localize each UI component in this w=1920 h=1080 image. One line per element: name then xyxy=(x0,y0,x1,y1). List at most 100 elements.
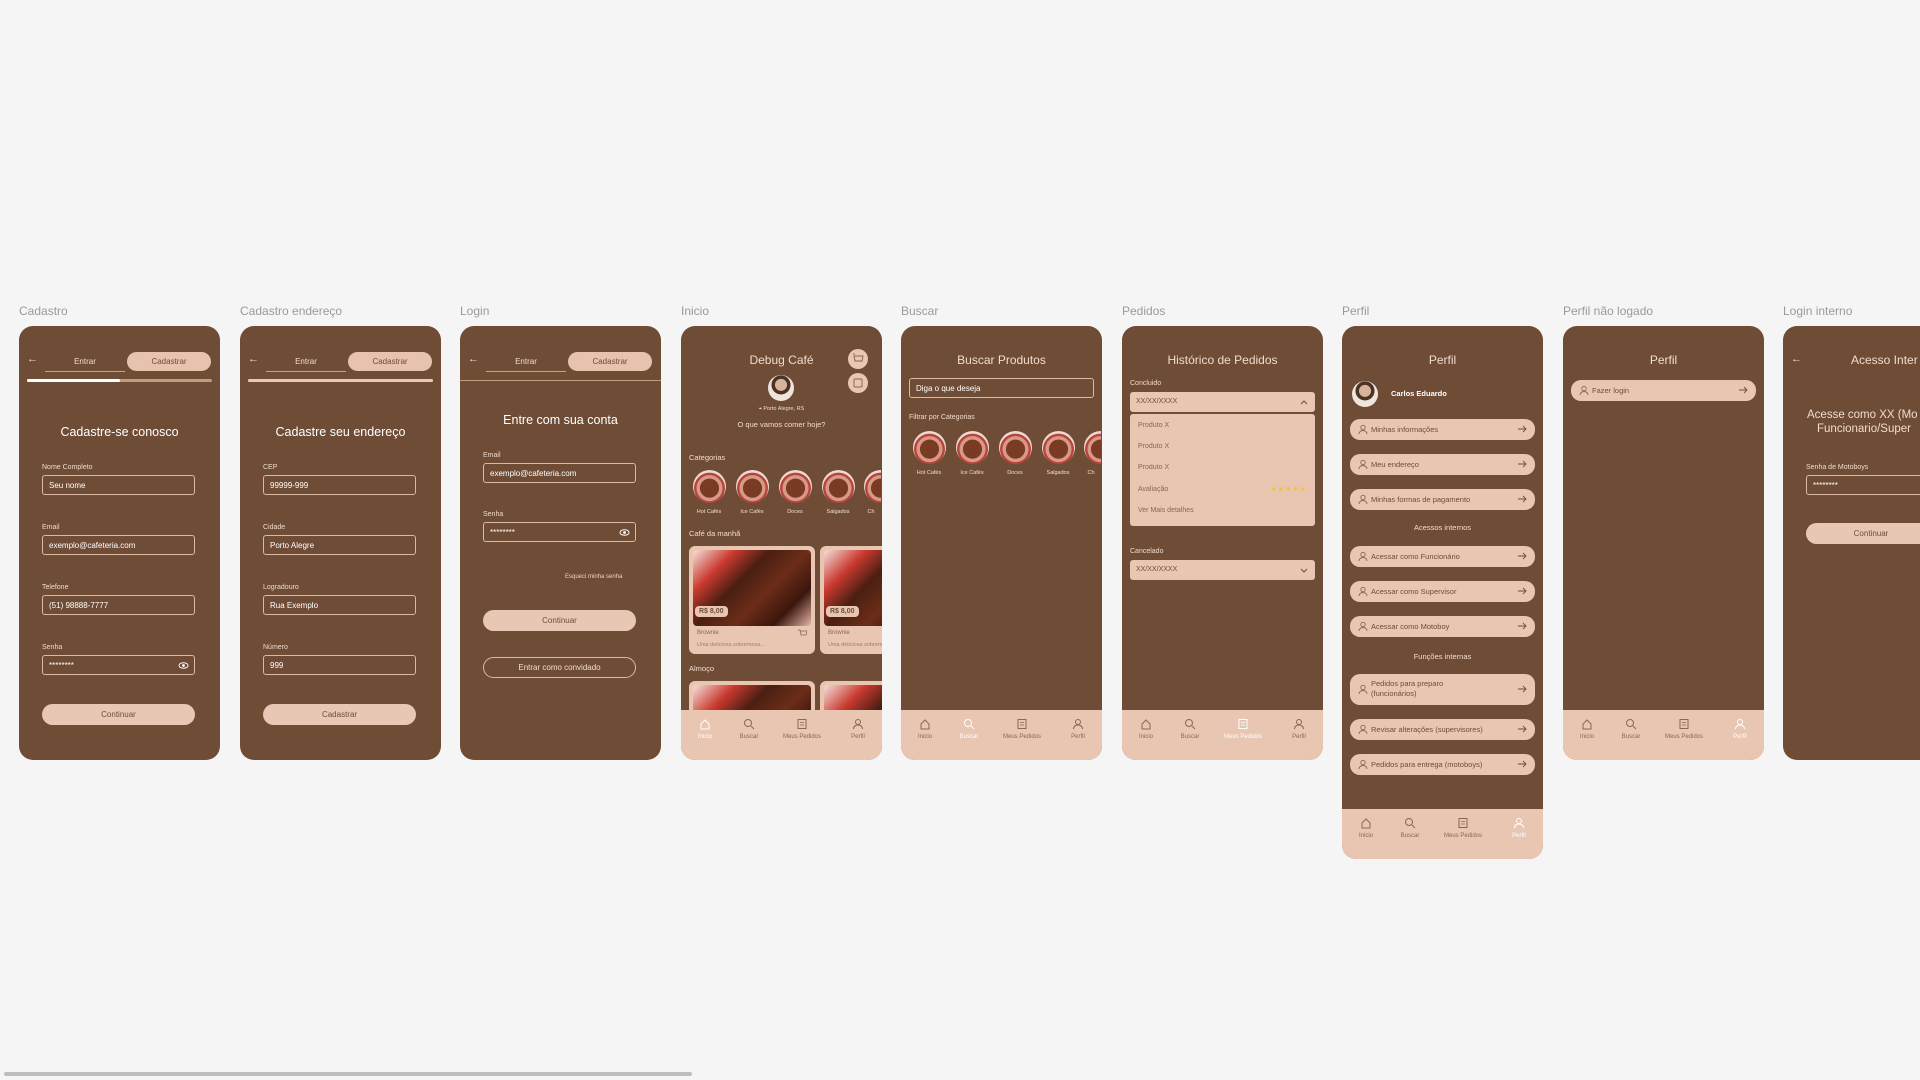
search-icon xyxy=(1405,818,1416,829)
tab-cadastrar[interactable]: Cadastrar xyxy=(127,352,211,371)
avatar[interactable] xyxy=(768,375,794,401)
rating-stars[interactable]: ★★★★★ xyxy=(1271,485,1307,493)
back-arrow-icon[interactable]: ← xyxy=(1791,353,1802,365)
tab-entrar[interactable]: Entrar xyxy=(486,352,566,372)
acessar-funcionario-button[interactable]: Acessar como Funcionário xyxy=(1350,546,1535,567)
guest-button[interactable]: Entrar como convidado xyxy=(483,657,636,678)
avatar[interactable] xyxy=(1352,381,1378,407)
nav-perfil[interactable]: Perfil xyxy=(838,718,878,740)
nav-meus-pedidos[interactable]: Meus Pedidos xyxy=(1661,718,1707,740)
search-input[interactable]: Diga o que deseja xyxy=(909,378,1094,398)
tab-entrar[interactable]: Entrar xyxy=(266,352,346,372)
nav-inicio[interactable]: Inicio xyxy=(905,718,945,740)
heading-line1: Acesse como XX (Mo xyxy=(1807,409,1918,421)
category-hot-cafes[interactable]: Hot Cafés xyxy=(909,431,949,476)
product-name: Brownie xyxy=(828,630,850,636)
acessar-motoboy-button[interactable]: Acessar como Motoboy xyxy=(1350,616,1535,637)
signup-progress-fill xyxy=(27,379,120,382)
nav-inicio[interactable]: Inicio xyxy=(1346,817,1386,839)
cancelado-dropdown[interactable]: XX/XX/XXXX xyxy=(1130,560,1315,580)
eye-icon[interactable] xyxy=(178,660,189,671)
add-to-cart-icon[interactable] xyxy=(797,628,807,638)
product-card[interactable] xyxy=(820,681,882,711)
nav-buscar[interactable]: Buscar xyxy=(949,718,989,740)
nav-meus-pedidos[interactable]: Meus Pedidos xyxy=(779,718,825,740)
forgot-password-link[interactable]: Esqueci minha senha xyxy=(565,574,622,580)
numero-field[interactable]: 999 xyxy=(263,655,416,675)
nav-inicio[interactable]: Inicio xyxy=(1126,718,1166,740)
product-card[interactable]: R$ 8,00 Brownie Uma deliciosa sobremesa.… xyxy=(689,546,815,654)
phone-inicio: Debug Café ⌖ Porto Alegre, RS O que vamo… xyxy=(681,326,882,760)
product-card[interactable] xyxy=(689,681,815,711)
nav-perfil[interactable]: Perfil xyxy=(1279,718,1319,740)
nav-meus-pedidos[interactable]: Meus Pedidos xyxy=(1220,718,1266,740)
button-label: Meu endereço xyxy=(1371,460,1419,469)
bottom-nav: Inicio Buscar Meus Pedidos Perfil xyxy=(1122,710,1323,760)
nav-buscar[interactable]: Buscar xyxy=(1170,718,1210,740)
email-field[interactable]: exemplo@cafeteria.com xyxy=(483,463,636,483)
senha-field[interactable]: ******** xyxy=(483,522,636,542)
category-ice-cafes[interactable]: Ice Cafés xyxy=(732,470,772,515)
senha-field[interactable]: ******** xyxy=(42,655,195,675)
nav-buscar[interactable]: Buscar xyxy=(1611,718,1651,740)
telefone-field[interactable]: (51) 98888-7777 xyxy=(42,595,195,615)
category-ice-cafes[interactable]: Ice Cafés xyxy=(952,431,992,476)
orders-button[interactable] xyxy=(848,373,868,393)
category-row: Hot Cafés Ice Cafés Doces Salgados Ch xyxy=(909,431,1102,481)
page-title: Histórico de Pedidos xyxy=(1167,353,1278,367)
category-hot-cafes[interactable]: Hot Cafés xyxy=(689,470,729,515)
category-doces[interactable]: Doces xyxy=(995,431,1035,476)
category-row: Hot Cafés Ice Cafés Doces Salgados Ch xyxy=(689,470,882,520)
tab-entrar[interactable]: Entrar xyxy=(45,352,125,372)
meu-endereco-button[interactable]: Meu endereço xyxy=(1350,454,1535,475)
nome-field[interactable]: Seu nome xyxy=(42,475,195,495)
nav-perfil[interactable]: Perfil xyxy=(1720,718,1760,740)
cadastrar-button[interactable]: Cadastrar xyxy=(263,704,416,725)
email-field[interactable]: exemplo@cafeteria.com xyxy=(42,535,195,555)
nav-label: Inicio xyxy=(1358,833,1373,839)
cart-button[interactable] xyxy=(848,349,868,369)
category-salgados[interactable]: Salgados xyxy=(1038,431,1078,476)
continuar-button[interactable]: Continuar xyxy=(1806,523,1920,544)
fazer-login-button[interactable]: Fazer login xyxy=(1571,380,1756,401)
tab-cadastrar[interactable]: Cadastrar xyxy=(348,352,432,371)
nav-buscar[interactable]: Buscar xyxy=(1390,817,1430,839)
nav-buscar[interactable]: Buscar xyxy=(729,718,769,740)
product-price: R$ 8,00 xyxy=(826,606,859,617)
category-ch[interactable]: Ch xyxy=(861,470,881,515)
order-item: Produto X xyxy=(1138,464,1170,471)
nav-inicio[interactable]: Inicio xyxy=(1567,718,1607,740)
order-item: Produto X xyxy=(1138,443,1170,450)
minhas-informacoes-button[interactable]: Minhas informações xyxy=(1350,419,1535,440)
pedidos-preparo-button[interactable]: Pedidos para preparo (funcionários) xyxy=(1350,674,1535,705)
cep-field[interactable]: 99999-999 xyxy=(263,475,416,495)
user-name: Carlos Eduardo xyxy=(1391,389,1447,398)
continuar-button[interactable]: Continuar xyxy=(483,610,636,631)
nav-perfil[interactable]: Perfil xyxy=(1499,817,1539,839)
product-card[interactable]: R$ 8,00 Brownie Uma deliciosa sobremesa.… xyxy=(820,546,882,654)
nav-meus-pedidos[interactable]: Meus Pedidos xyxy=(999,718,1045,740)
category-salgados[interactable]: Salgados xyxy=(818,470,858,515)
nav-meus-pedidos[interactable]: Meus Pedidos xyxy=(1440,817,1486,839)
pedidos-entrega-button[interactable]: Pedidos para entrega (motoboys) xyxy=(1350,754,1535,775)
cidade-field[interactable]: Porto Alegre xyxy=(263,535,416,555)
category-ch[interactable]: Ch xyxy=(1081,431,1101,476)
continuar-button[interactable]: Continuar xyxy=(42,704,195,725)
nav-perfil[interactable]: Perfil xyxy=(1058,718,1098,740)
logradouro-field[interactable]: Rua Exemplo xyxy=(263,595,416,615)
eye-icon[interactable] xyxy=(619,527,630,538)
concluido-dropdown[interactable]: XX/XX/XXXX xyxy=(1130,392,1315,412)
ver-mais-link[interactable]: Ver Mais detalhes xyxy=(1138,507,1194,514)
senha-field[interactable]: ******** xyxy=(1806,475,1920,495)
formas-pagamento-button[interactable]: Minhas formas de pagamento xyxy=(1350,489,1535,510)
category-doces[interactable]: Doces xyxy=(775,470,815,515)
nav-label: Buscar xyxy=(739,734,759,740)
revisar-alteracoes-button[interactable]: Revisar alterações (supervisores) xyxy=(1350,719,1535,740)
frame-label-inicio: Inicio xyxy=(681,304,710,318)
tab-cadastrar[interactable]: Cadastrar xyxy=(568,352,652,371)
canvas-scrollbar[interactable] xyxy=(4,1072,692,1076)
acessar-supervisor-button[interactable]: Acessar como Supervisor xyxy=(1350,581,1535,602)
nav-inicio[interactable]: Inicio xyxy=(685,718,725,740)
frame-label-pedidos: Pedidos xyxy=(1122,304,1166,318)
receipt-icon xyxy=(1238,719,1248,729)
